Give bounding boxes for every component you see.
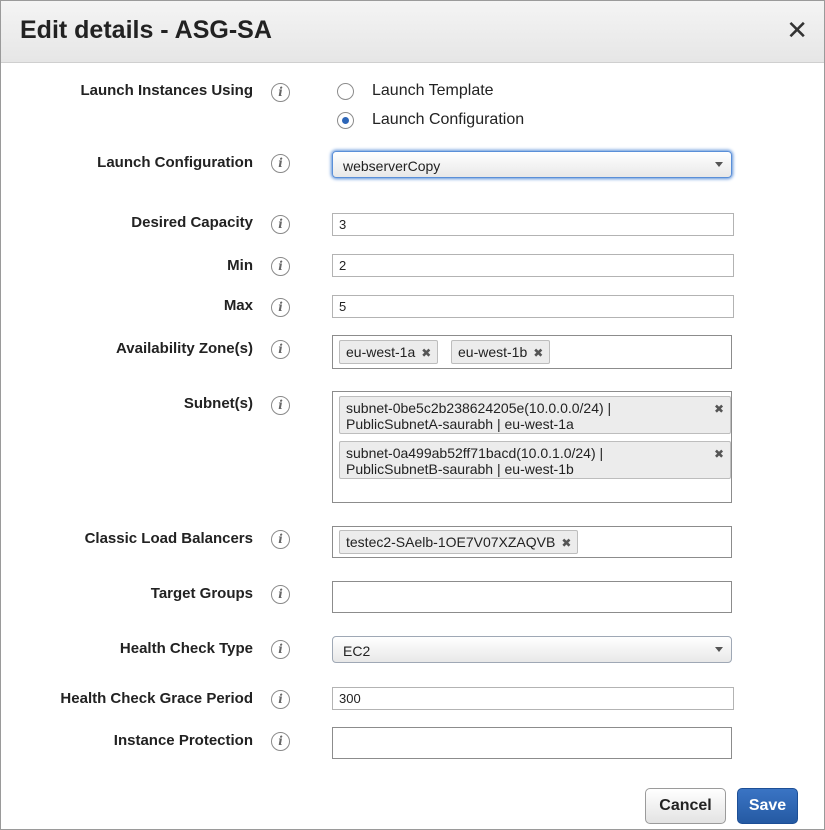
health-check-grace-period-label: Health Check Grace Period bbox=[60, 690, 253, 707]
max-label: Max bbox=[223, 297, 253, 314]
info-icon[interactable]: i bbox=[271, 690, 290, 709]
health-check-type-select[interactable]: EC2 bbox=[332, 636, 732, 663]
info-icon[interactable]: i bbox=[271, 732, 290, 751]
tag-label: eu-west-1a bbox=[346, 344, 416, 360]
min-input[interactable]: 2 bbox=[332, 254, 734, 277]
desired-capacity-label: Desired Capacity bbox=[131, 214, 253, 231]
remove-tag-icon[interactable]: ✖ bbox=[561, 536, 571, 550]
radio-label: Launch Template bbox=[372, 82, 494, 99]
select-value: EC2 bbox=[343, 643, 371, 659]
availability-zones-label: Availability Zone(s) bbox=[116, 340, 253, 357]
subnet-id: subnet-0be5c2b238624205e(10.0.0.0/24) | bbox=[346, 400, 612, 416]
subnet-tag: subnet-0a499ab52ff71bacd(10.0.1.0/24) | … bbox=[339, 441, 731, 479]
remove-tag-icon[interactable]: ✖ bbox=[714, 401, 724, 417]
save-button[interactable]: Save bbox=[737, 788, 798, 824]
dialog-title: Edit details - ASG-SA bbox=[20, 16, 272, 44]
classic-load-balancers-field[interactable]: testec2-SAelb-1OE7V07XZAQVB ✖ bbox=[332, 526, 732, 558]
chevron-down-icon bbox=[715, 162, 723, 167]
info-icon[interactable]: i bbox=[271, 340, 290, 359]
info-icon[interactable]: i bbox=[271, 396, 290, 415]
zone-tag: eu-west-1b ✖ bbox=[451, 340, 551, 364]
launch-using-label: Launch Instances Using bbox=[80, 82, 253, 99]
subnet-name: PublicSubnetA-saurabh | eu-west-1a bbox=[346, 416, 574, 432]
launch-configuration-select[interactable]: webserverCopy bbox=[332, 151, 732, 178]
info-icon[interactable]: i bbox=[271, 215, 290, 234]
remove-tag-icon[interactable]: ✖ bbox=[421, 346, 431, 360]
load-balancer-tag: testec2-SAelb-1OE7V07XZAQVB ✖ bbox=[339, 530, 579, 554]
close-icon[interactable]: ✕ bbox=[786, 15, 808, 45]
tag-label: testec2-SAelb-1OE7V07XZAQVB bbox=[346, 534, 556, 550]
classic-load-balancers-label: Classic Load Balancers bbox=[84, 530, 253, 547]
launch-configuration-label: Launch Configuration bbox=[97, 154, 253, 171]
chevron-down-icon bbox=[715, 647, 723, 652]
info-icon[interactable]: i bbox=[271, 640, 290, 659]
instance-protection-field[interactable] bbox=[332, 727, 732, 759]
radio-button-checked[interactable] bbox=[337, 112, 354, 129]
target-groups-label: Target Groups bbox=[150, 585, 253, 602]
health-check-type-label: Health Check Type bbox=[119, 640, 253, 657]
subnets-label: Subnet(s) bbox=[183, 395, 253, 412]
min-label: Min bbox=[227, 257, 253, 274]
info-icon[interactable]: i bbox=[271, 154, 290, 173]
remove-tag-icon[interactable]: ✖ bbox=[714, 446, 724, 462]
zone-tag: eu-west-1a ✖ bbox=[339, 340, 439, 364]
radio-label: Launch Configuration bbox=[372, 111, 525, 128]
remove-tag-icon[interactable]: ✖ bbox=[533, 346, 543, 360]
info-icon[interactable]: i bbox=[271, 257, 290, 276]
info-icon[interactable]: i bbox=[271, 83, 290, 102]
target-groups-field[interactable] bbox=[332, 581, 732, 613]
info-icon[interactable]: i bbox=[271, 530, 290, 549]
info-icon[interactable]: i bbox=[271, 298, 290, 317]
subnet-name: PublicSubnetB-saurabh | eu-west-1b bbox=[346, 461, 574, 477]
tag-label: eu-west-1b bbox=[458, 344, 528, 360]
edit-details-dialog: Edit details - ASG-SA ✕ Launch Instances… bbox=[0, 0, 825, 830]
select-value: webserverCopy bbox=[343, 158, 441, 174]
max-input[interactable]: 5 bbox=[332, 295, 734, 318]
cancel-button[interactable]: Cancel bbox=[645, 788, 726, 824]
desired-capacity-input[interactable]: 3 bbox=[332, 213, 734, 236]
availability-zones-field[interactable]: eu-west-1a ✖ eu-west-1b ✖ bbox=[332, 335, 732, 369]
info-icon[interactable]: i bbox=[271, 585, 290, 604]
instance-protection-label: Instance Protection bbox=[113, 732, 253, 749]
subnet-id: subnet-0a499ab52ff71bacd(10.0.1.0/24) | bbox=[346, 445, 604, 461]
radio-button[interactable] bbox=[337, 83, 354, 100]
dialog-header: Edit details - ASG-SA ✕ bbox=[1, 1, 824, 63]
subnet-tag: subnet-0be5c2b238624205e(10.0.0.0/24) | … bbox=[339, 396, 731, 434]
health-check-grace-period-input[interactable]: 300 bbox=[332, 687, 734, 710]
